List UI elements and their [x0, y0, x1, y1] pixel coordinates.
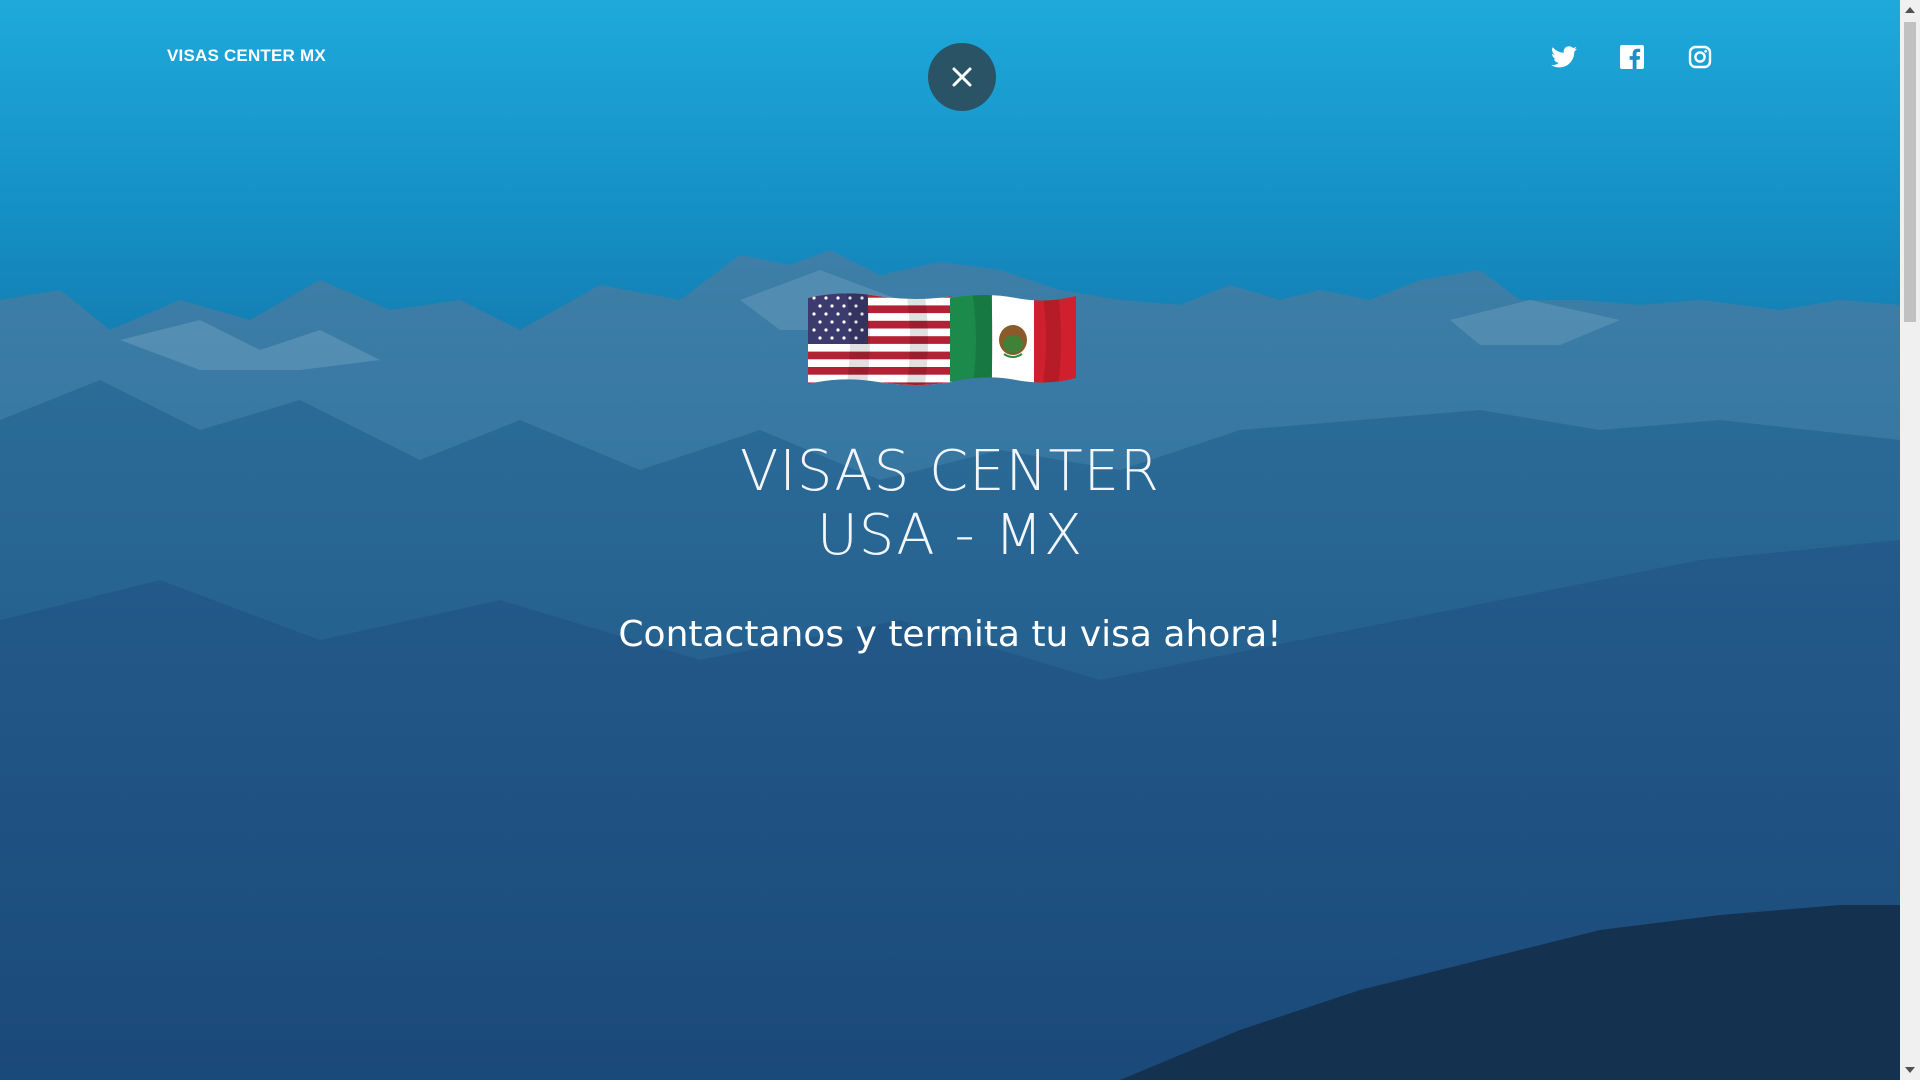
instagram-link[interactable]: [1685, 42, 1715, 72]
page-title: VISAS CENTER USA - MX: [640, 440, 1260, 568]
chevron-up-icon: [1905, 7, 1915, 13]
flags-logo: [806, 290, 1078, 390]
title-line-2: USA - MX: [816, 503, 1084, 568]
scroll-down-button[interactable]: [1900, 1060, 1920, 1080]
scroll-up-button[interactable]: [1900, 0, 1920, 20]
us-flag: [808, 293, 952, 385]
instagram-icon: [1688, 45, 1712, 69]
facebook-icon: [1620, 45, 1644, 69]
tagline: Contactanos y termita tu visa ahora!: [618, 614, 1282, 655]
twitter-link[interactable]: [1549, 42, 1579, 72]
mexico-flag: [950, 295, 1076, 383]
close-icon: [952, 67, 972, 87]
vertical-scrollbar[interactable]: [1900, 0, 1920, 1080]
chevron-down-icon: [1905, 1067, 1915, 1073]
scroll-thumb[interactable]: [1904, 22, 1916, 322]
twitter-icon: [1551, 46, 1577, 68]
title-line-1: VISAS CENTER: [740, 439, 1160, 504]
close-button[interactable]: [928, 43, 996, 111]
facebook-link[interactable]: [1617, 42, 1647, 72]
site-brand[interactable]: VISAS CENTER MX: [167, 46, 326, 66]
